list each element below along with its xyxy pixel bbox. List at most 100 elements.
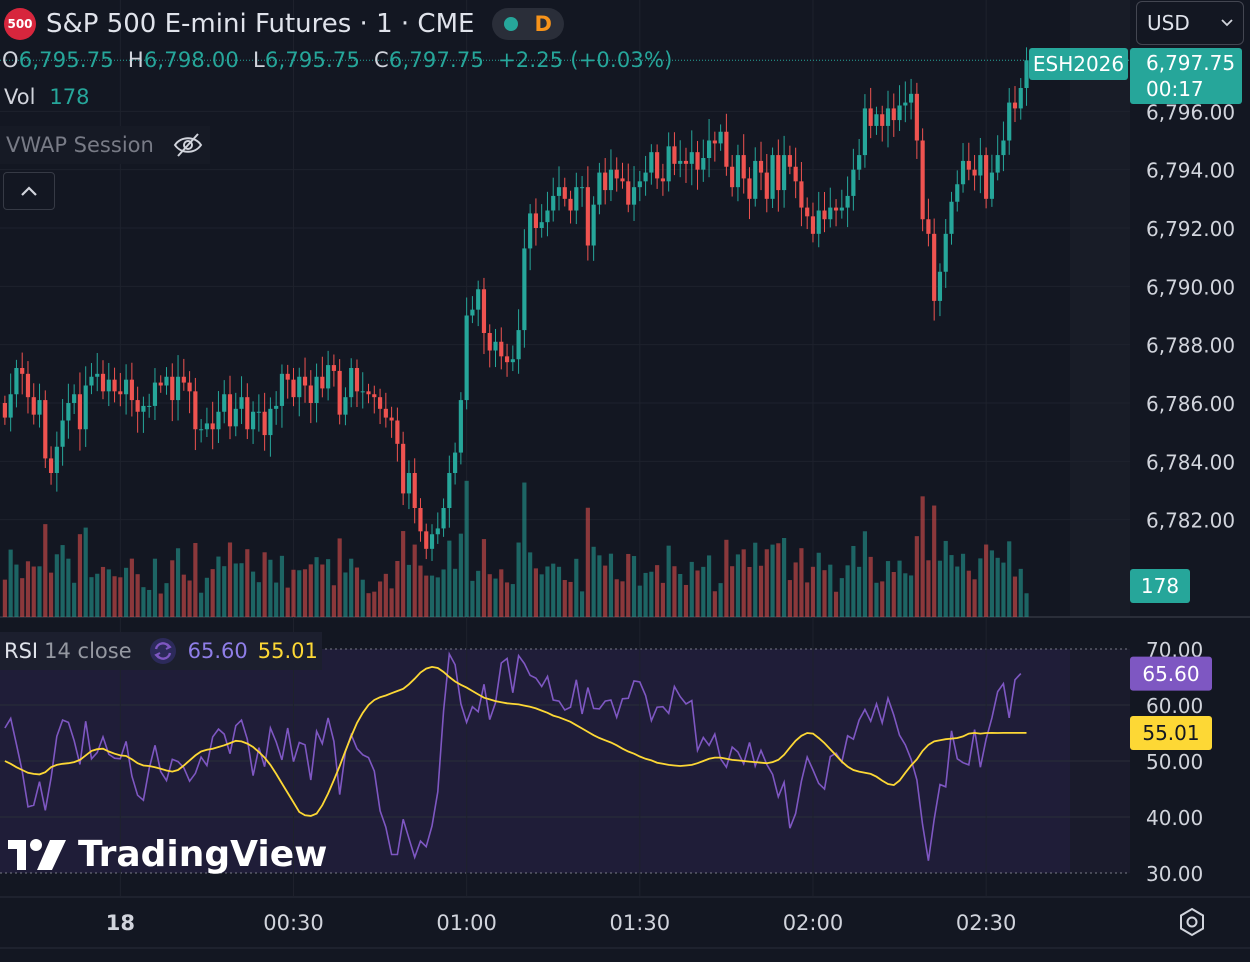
chart-settings-icon[interactable] <box>1176 906 1208 938</box>
low-label: L <box>252 48 265 72</box>
candle-body <box>199 429 204 431</box>
volume-bar <box>701 566 706 617</box>
candle-body <box>1024 60 1029 88</box>
volume-bar <box>562 580 567 617</box>
refresh-icon[interactable] <box>148 636 178 666</box>
volume-bar <box>666 545 671 617</box>
open-value: 6,795.75 <box>18 48 114 72</box>
vwap-indicator-legend[interactable]: VWAP Session <box>0 126 210 164</box>
volume-bar <box>314 557 319 617</box>
candle-body <box>372 394 377 398</box>
candle-body <box>597 172 602 205</box>
volume-bar <box>1001 562 1006 617</box>
candle-body <box>20 368 25 374</box>
volume-bar <box>158 593 163 617</box>
volume-bar <box>885 561 891 617</box>
candle-body <box>118 391 123 395</box>
candle-body <box>337 370 342 415</box>
symbol-title[interactable]: S&P 500 E-mini Futures · 1 · CME <box>46 9 474 39</box>
tradingview-logo-icon <box>8 838 66 870</box>
volume-bar <box>758 565 764 617</box>
candle-body <box>441 508 446 529</box>
candle-body <box>568 198 573 211</box>
volume-bar <box>984 544 989 617</box>
volume-bar <box>995 557 1000 617</box>
candle-body <box>204 423 209 430</box>
candle-body <box>545 210 550 223</box>
candle-body <box>72 394 77 403</box>
volume-bar <box>152 558 158 617</box>
volume-bar <box>141 587 146 617</box>
volume-bar <box>897 560 902 617</box>
volume-bar <box>274 582 279 617</box>
volume-bar <box>135 574 140 617</box>
chart-title-bar[interactable]: 500 S&P 500 E-mini Futures · 1 · CME D <box>4 6 564 42</box>
market-status-pill[interactable]: D <box>492 8 564 40</box>
candle-body <box>360 391 365 393</box>
currency-select[interactable]: USD <box>1136 1 1244 45</box>
currency-value: USD <box>1147 11 1190 35</box>
candle-body <box>504 356 510 363</box>
candle-body <box>695 152 700 170</box>
candle-body <box>1012 102 1018 109</box>
candle-body <box>522 248 527 331</box>
volume-value: 178 <box>49 85 90 109</box>
volume-legend[interactable]: Vol 178 <box>4 85 90 109</box>
candle-body <box>193 391 198 430</box>
candle-body <box>377 397 383 409</box>
candle-body <box>77 394 83 430</box>
volume-bar <box>1024 593 1029 617</box>
candle-body <box>447 473 452 508</box>
candle-body <box>770 155 775 199</box>
volume-bar <box>649 571 654 617</box>
volume-bar <box>862 531 867 617</box>
candle-body <box>395 420 400 444</box>
volume-bar <box>510 584 515 617</box>
candle-body <box>880 114 885 126</box>
volume-bar <box>816 552 821 617</box>
candle-body <box>124 379 129 395</box>
volume-bar <box>626 553 631 617</box>
candle-body <box>995 155 1000 173</box>
volume-bar <box>914 536 919 617</box>
candle-body <box>95 373 100 377</box>
volume-bar <box>706 555 712 617</box>
volume-bar <box>568 581 573 617</box>
rsi-tick-label: 50.00 <box>1146 750 1203 774</box>
candle-body <box>147 405 152 407</box>
volume-bar <box>551 563 556 617</box>
candle-body <box>222 394 227 412</box>
volume-bar <box>516 542 521 617</box>
candle-body <box>551 195 556 211</box>
volume-bar <box>608 553 614 617</box>
candle-body <box>649 152 654 173</box>
volume-bar <box>285 587 290 617</box>
candle-body <box>626 181 631 205</box>
volume-bar <box>672 566 677 617</box>
volume-bar <box>637 585 642 617</box>
candle-body <box>470 309 475 316</box>
candle-body <box>481 289 487 333</box>
volume-bar <box>412 544 417 617</box>
volume-bar <box>868 556 873 617</box>
volume-bar <box>406 564 412 617</box>
volume-bar <box>580 591 585 617</box>
candle-body <box>620 178 625 182</box>
candle-body <box>499 341 504 357</box>
volume-bar <box>170 560 175 617</box>
rsi-legend[interactable]: RSI 14 close 65.60 55.01 <box>0 632 322 670</box>
main-pane[interactable] <box>0 0 1130 617</box>
tradingview-logo[interactable]: TradingView <box>6 834 327 875</box>
eye-hidden-icon[interactable] <box>172 131 204 159</box>
volume-bar <box>429 575 435 617</box>
volume-bar <box>522 482 527 617</box>
volume-bar <box>112 576 117 617</box>
candle-body <box>787 155 792 167</box>
volume-bar <box>747 566 752 617</box>
volume-bar <box>839 578 844 617</box>
volume-bar <box>949 555 954 617</box>
volume-bar <box>377 581 383 617</box>
candle-body <box>279 373 285 406</box>
volume-bar <box>239 563 244 617</box>
collapse-legend-button[interactable] <box>3 172 55 210</box>
